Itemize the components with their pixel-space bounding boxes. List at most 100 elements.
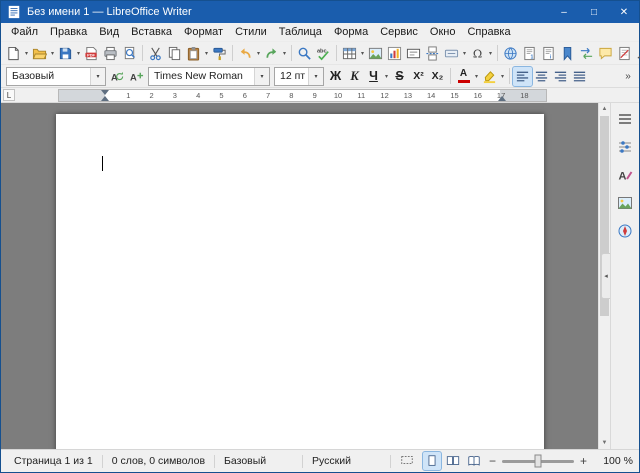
open-button[interactable] bbox=[30, 44, 49, 63]
paste-dropdown[interactable]: ▾ bbox=[203, 50, 210, 57]
maximize-button[interactable]: □ bbox=[579, 1, 609, 23]
align-right-button[interactable] bbox=[551, 67, 570, 86]
insert-field-dropdown[interactable]: ▾ bbox=[461, 50, 468, 57]
menu-insert[interactable]: Вставка bbox=[125, 25, 178, 39]
sidebar-styles-button[interactable]: A bbox=[614, 163, 637, 186]
formatting-toolbar-overflow-button[interactable]: » bbox=[620, 71, 636, 82]
font-color-button[interactable]: А bbox=[454, 67, 473, 86]
insert-table-button[interactable] bbox=[340, 44, 359, 63]
cut-button[interactable] bbox=[146, 44, 165, 63]
new-document-button[interactable] bbox=[4, 44, 23, 63]
paste-button[interactable] bbox=[184, 44, 203, 63]
sidebar-navigator-button[interactable] bbox=[614, 219, 637, 242]
sidebar-gallery-button[interactable] bbox=[614, 191, 637, 214]
insert-footnote-button[interactable]: 1 bbox=[520, 44, 539, 63]
undo-dropdown[interactable]: ▾ bbox=[255, 50, 262, 57]
redo-dropdown[interactable]: ▾ bbox=[281, 50, 288, 57]
scroll-up-arrow[interactable]: ▲ bbox=[599, 103, 610, 115]
word-count-field[interactable]: 0 слов, 0 символов bbox=[103, 455, 214, 467]
menu-tools[interactable]: Сервис bbox=[374, 25, 424, 39]
highlight-color-dropdown[interactable]: ▾ bbox=[499, 73, 506, 80]
insert-line-button[interactable] bbox=[634, 44, 640, 63]
strikethrough-button[interactable]: S bbox=[390, 67, 409, 86]
clone-formatting-button[interactable] bbox=[210, 44, 229, 63]
undo-button[interactable] bbox=[236, 44, 255, 63]
print-button[interactable] bbox=[101, 44, 120, 63]
font-size-combo[interactable]: 12 пт ▾ bbox=[274, 67, 324, 86]
insert-cross-reference-button[interactable] bbox=[577, 44, 596, 63]
text-language-field[interactable]: Русский bbox=[303, 455, 390, 467]
open-dropdown[interactable]: ▾ bbox=[49, 50, 56, 57]
menu-edit[interactable]: Правка bbox=[44, 25, 93, 39]
align-center-button[interactable] bbox=[532, 67, 551, 86]
underline-dropdown[interactable]: ▾ bbox=[383, 73, 390, 80]
horizontal-ruler[interactable]: L 123456789101112131415161718 bbox=[1, 88, 639, 103]
export-pdf-button[interactable]: PDF bbox=[82, 44, 101, 63]
insert-table-dropdown[interactable]: ▾ bbox=[359, 50, 366, 57]
book-view-button[interactable] bbox=[465, 452, 483, 470]
hide-sidebar-button[interactable]: ◂ bbox=[601, 253, 610, 299]
align-justify-button[interactable] bbox=[570, 67, 589, 86]
menu-form[interactable]: Форма bbox=[328, 25, 374, 39]
save-dropdown[interactable]: ▾ bbox=[75, 50, 82, 57]
save-button[interactable] bbox=[56, 44, 75, 63]
menu-format[interactable]: Формат bbox=[178, 25, 229, 39]
zoom-in-button[interactable]: + bbox=[577, 454, 590, 468]
insert-hyperlink-button[interactable] bbox=[501, 44, 520, 63]
page-number-field[interactable]: Страница 1 из 1 bbox=[5, 455, 102, 467]
print-preview-button[interactable] bbox=[120, 44, 139, 63]
menu-styles[interactable]: Стили bbox=[229, 25, 273, 39]
paragraph-style-dropdown[interactable]: ▾ bbox=[90, 68, 105, 85]
tab-stop-selector[interactable]: L bbox=[3, 89, 15, 101]
sidebar-settings-button[interactable] bbox=[614, 107, 637, 130]
font-name-dropdown[interactable]: ▾ bbox=[254, 68, 269, 85]
insert-text-box-button[interactable] bbox=[404, 44, 423, 63]
copy-button[interactable] bbox=[165, 44, 184, 63]
first-line-indent-marker[interactable] bbox=[101, 90, 109, 95]
menu-window[interactable]: Окно bbox=[424, 25, 462, 39]
font-name-combo[interactable]: Times New Roman ▾ bbox=[148, 67, 270, 86]
insert-image-button[interactable] bbox=[366, 44, 385, 63]
spelling-button[interactable]: abc bbox=[314, 44, 333, 63]
insert-chart-button[interactable] bbox=[385, 44, 404, 63]
insert-page-break-button[interactable] bbox=[423, 44, 442, 63]
find-and-replace-button[interactable] bbox=[295, 44, 314, 63]
align-left-button[interactable] bbox=[513, 67, 532, 86]
italic-button[interactable]: K bbox=[345, 67, 364, 86]
minimize-button[interactable]: – bbox=[549, 1, 579, 23]
single-page-view-button[interactable] bbox=[423, 452, 441, 470]
menu-view[interactable]: Вид bbox=[93, 25, 125, 39]
close-button[interactable]: ✕ bbox=[609, 1, 639, 23]
new-document-dropdown[interactable]: ▾ bbox=[23, 50, 30, 57]
insert-endnote-button[interactable]: i bbox=[539, 44, 558, 63]
page-style-field[interactable]: Базовый bbox=[215, 455, 302, 467]
insert-special-character-dropdown[interactable]: ▾ bbox=[487, 50, 494, 57]
document-page[interactable] bbox=[56, 114, 544, 449]
insert-special-character-button[interactable]: Ω bbox=[468, 44, 487, 63]
multi-page-view-button[interactable] bbox=[444, 452, 462, 470]
highlight-color-button[interactable] bbox=[480, 67, 499, 86]
menu-table[interactable]: Таблица bbox=[273, 25, 328, 39]
menu-help[interactable]: Справка bbox=[461, 25, 516, 39]
superscript-button[interactable]: X² bbox=[409, 67, 428, 86]
subscript-button[interactable]: X₂ bbox=[428, 67, 447, 86]
sidebar-properties-button[interactable] bbox=[614, 135, 637, 158]
paragraph-style-combo[interactable]: Базовый ▾ bbox=[6, 67, 106, 86]
zoom-slider-thumb[interactable] bbox=[534, 455, 541, 468]
redo-button[interactable] bbox=[262, 44, 281, 63]
zoom-slider[interactable] bbox=[502, 460, 574, 463]
underline-button[interactable]: Ч bbox=[364, 67, 383, 86]
right-indent-marker[interactable] bbox=[498, 96, 506, 101]
new-style-button[interactable]: A bbox=[127, 67, 146, 86]
insert-comment-button[interactable] bbox=[596, 44, 615, 63]
font-color-dropdown[interactable]: ▾ bbox=[473, 73, 480, 80]
menu-file[interactable]: Файл bbox=[5, 25, 44, 39]
insert-bookmark-button[interactable] bbox=[558, 44, 577, 63]
left-indent-marker[interactable] bbox=[101, 96, 109, 101]
update-style-button[interactable]: A bbox=[108, 67, 127, 86]
ruler-band[interactable]: 123456789101112131415161718 bbox=[58, 89, 547, 102]
insert-field-button[interactable] bbox=[442, 44, 461, 63]
zoom-out-button[interactable]: − bbox=[486, 454, 499, 468]
font-size-dropdown[interactable]: ▾ bbox=[308, 68, 323, 85]
bold-button[interactable]: Ж bbox=[326, 67, 345, 86]
